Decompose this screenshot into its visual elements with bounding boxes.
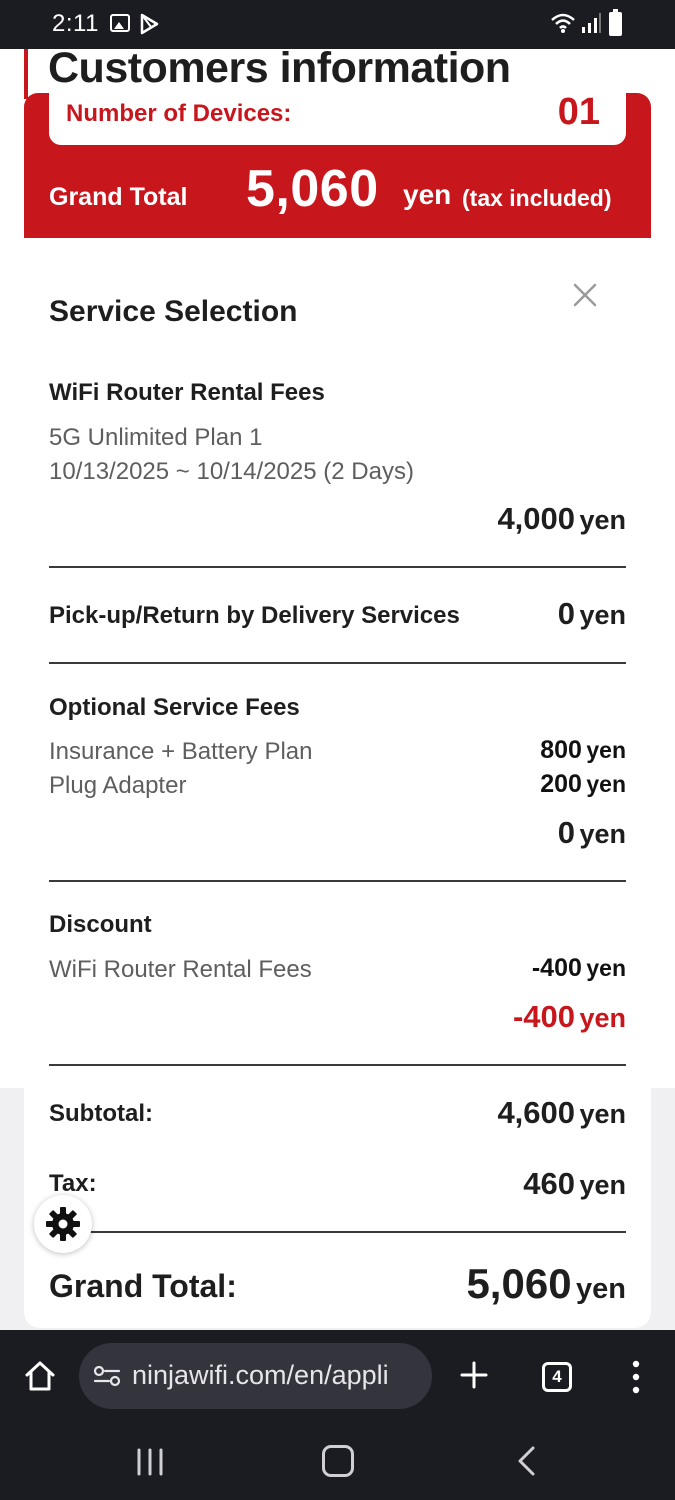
grand-total-row-amount: 5,060 yen [466,1260,626,1308]
wifi-icon [551,13,575,33]
optional-total-amount: 0 yen [558,815,626,851]
status-time: 2:11 [52,10,99,37]
browser-toolbar: ninjawifi.com/en/appli 4 [0,1330,675,1425]
tax-included-note: (tax included) [462,185,612,211]
grand-total-label: Grand Total [49,183,188,211]
delivery-amount-value: 0 [557,596,576,631]
grand-total-unit: yen [403,179,452,210]
tax-label: Tax: [49,1170,97,1198]
tax-unit: yen [579,1170,626,1200]
url-text: ninjawifi.com/en/appli [132,1360,389,1390]
subtotal-label: Subtotal: [49,1100,153,1128]
site-settings-icon[interactable] [93,1364,121,1388]
discount-total-amount: -400 yen [513,999,626,1035]
discount-heading: Discount [49,911,152,938]
rental-amount-unit: yen [579,505,626,535]
optional-item-amount: 200 yen [540,770,626,799]
subtotal-amount: 4,600 yen [497,1095,626,1131]
delivery-amount-unit: yen [579,600,626,630]
optional-item-label: Insurance + Battery Plan [49,738,313,765]
back-icon[interactable] [515,1445,539,1477]
tax-colon: : [88,1170,97,1197]
signal-icon [582,13,601,33]
grand-total-row-label-text: Grand Total [49,1268,227,1304]
grand-total-amount: 5,060 [246,160,379,218]
optional-total-value: 0 [557,815,576,850]
divider [49,1064,626,1066]
optional-item-amount-unit: yen [586,771,626,797]
tab-switcher-button[interactable]: 4 [542,1362,572,1392]
home-icon[interactable] [22,1358,58,1394]
home-button-icon[interactable] [322,1445,354,1477]
grand-total-row-value: 5,060 [466,1260,572,1307]
rental-dates: 10/13/2025 ~ 10/14/2025 (2 Days) [49,458,414,485]
subtotal-unit: yen [579,1099,626,1129]
divider [49,566,626,568]
discount-item-amount-unit: yen [586,955,626,981]
order-summary-header: Number of Devices: 01 Grand Total 5,060 … [24,91,651,238]
tax-value: 460 [523,1166,576,1201]
optional-total-unit: yen [579,819,626,849]
close-icon[interactable] [572,282,598,308]
system-navigation-bar [0,1425,675,1500]
delivery-amount: 0 yen [558,596,626,632]
optional-item-amount-value: 200 [540,770,582,798]
rental-amount-value: 4,000 [497,501,576,536]
discount-total-value: -400 [512,999,576,1034]
page-title: Customers information [48,44,511,92]
subtotal-label-text: Subtotal [49,1100,145,1127]
screen: 2:11 Customers information Number of Dev… [0,0,675,1500]
divider [49,1231,626,1233]
tax-amount: 460 yen [523,1166,626,1202]
battery-icon [609,9,622,36]
gallery-icon [110,14,130,32]
new-tab-icon[interactable] [459,1360,489,1390]
subtotal-colon: : [145,1100,153,1127]
discount-item-amount-value: -400 [531,954,582,982]
rental-amount: 4,000 yen [497,501,626,537]
optional-fees-heading: Optional Service Fees [49,694,300,721]
grand-total-row-label: Grand Total: [49,1268,237,1305]
optional-item-amount-value: 800 [540,736,582,764]
devices-box: Number of Devices: 01 [49,91,626,145]
discount-total-unit: yen [579,1003,626,1033]
discount-item-label: WiFi Router Rental Fees [49,956,312,983]
optional-item-amount-unit: yen [586,737,626,763]
tax-label-text: Tax [49,1170,89,1197]
subtotal-value: 4,600 [497,1095,576,1130]
gear-icon [46,1207,80,1241]
grand-total-row-colon: : [226,1268,237,1304]
panel-title: Service Selection [49,295,298,328]
divider [49,662,626,664]
address-bar[interactable]: ninjawifi.com/en/appli [79,1343,432,1409]
delivery-heading: Pick-up/Return by Delivery Services [49,602,460,629]
rental-fees-heading: WiFi Router Rental Fees [49,379,325,406]
discount-item-amount: -400 yen [532,954,626,983]
devices-label: Number of Devices: [66,100,292,127]
settings-button[interactable] [34,1195,92,1253]
devices-count: 01 [557,91,600,133]
optional-item-label: Plug Adapter [49,772,187,799]
more-options-icon[interactable] [632,1360,640,1394]
recents-icon[interactable] [135,1447,165,1477]
title-accent-bar [24,49,28,99]
optional-item-amount: 800 yen [540,736,626,765]
service-selection-panel: Service Selection WiFi Router Rental Fee… [24,238,651,1328]
rental-plan: 5G Unlimited Plan 1 [49,424,263,451]
divider [49,880,626,882]
grand-total-row-unit: yen [576,1273,626,1305]
status-bar: 2:11 [0,0,675,49]
play-store-icon [140,13,159,35]
